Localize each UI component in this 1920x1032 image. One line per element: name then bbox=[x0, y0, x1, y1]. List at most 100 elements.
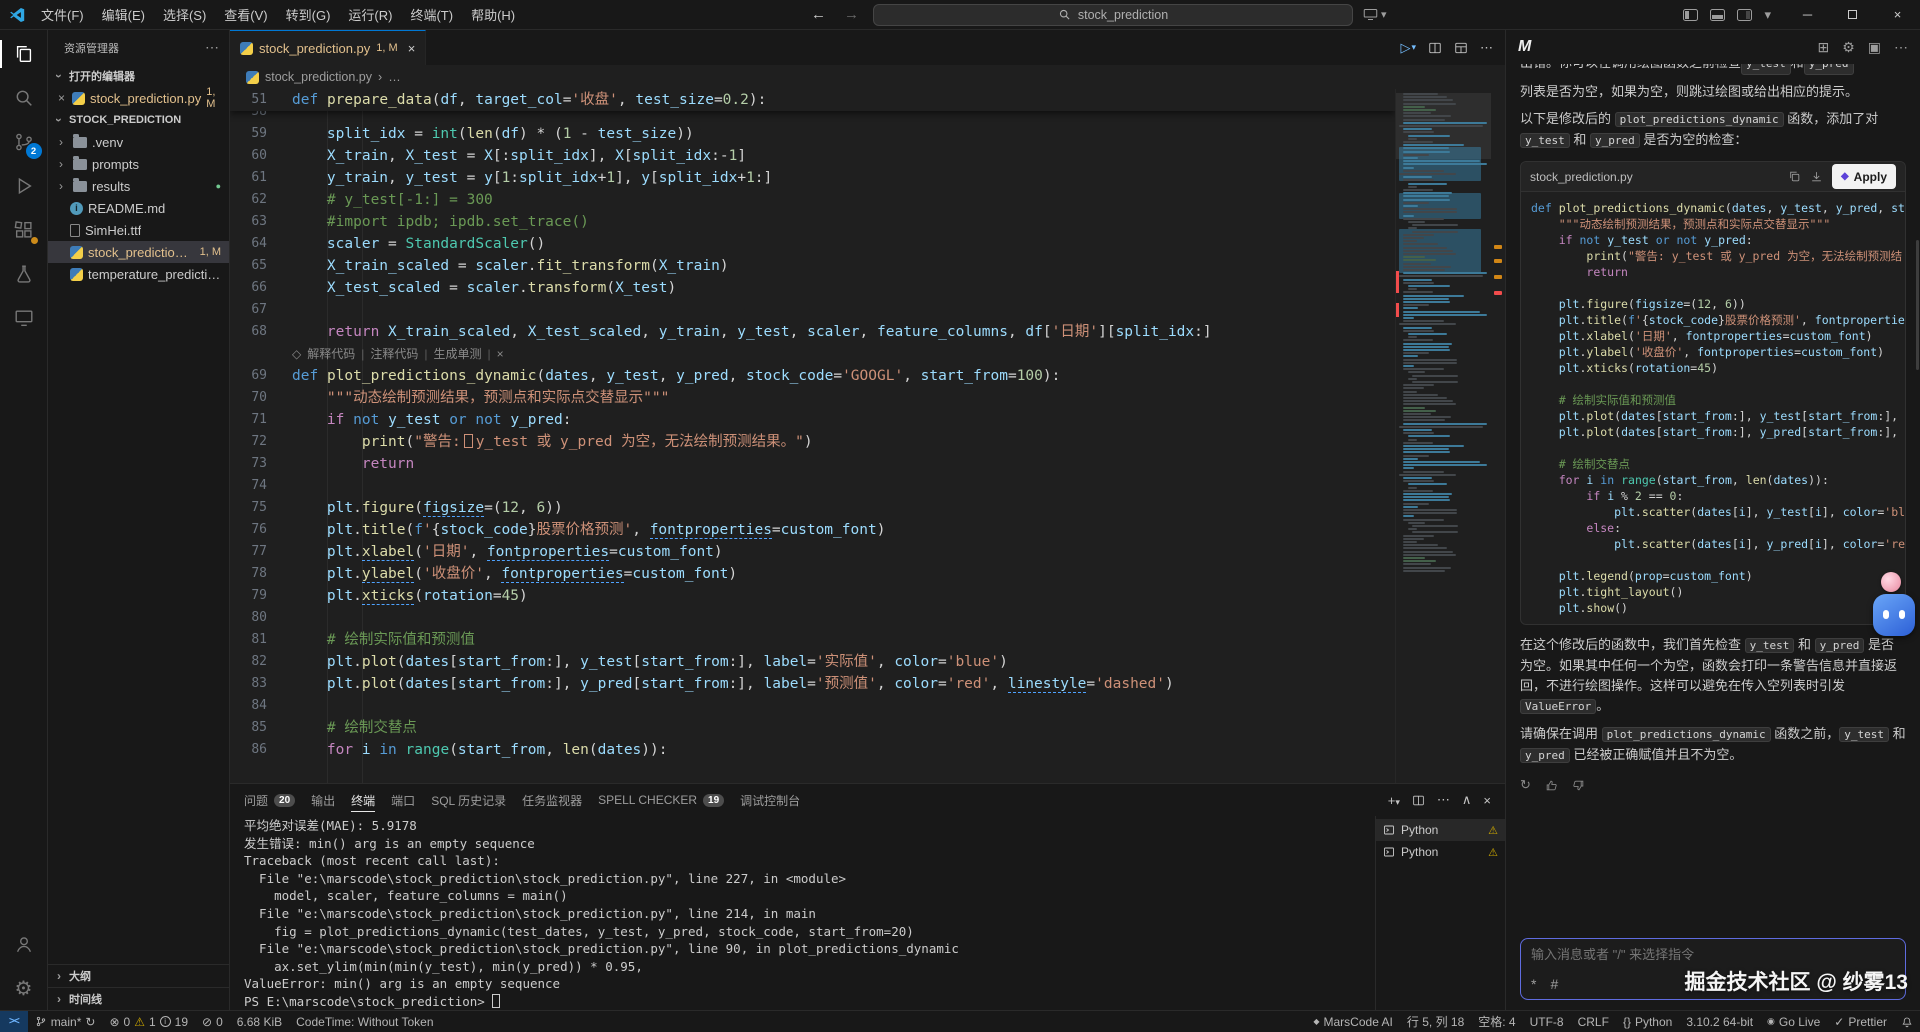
file-item[interactable]: ›results● bbox=[48, 175, 229, 197]
file-item[interactable]: SimHei.ttf bbox=[48, 219, 229, 241]
panel-tab-调试控制台[interactable]: 调试控制台 bbox=[740, 784, 800, 816]
remote-explorer-icon[interactable] bbox=[0, 296, 48, 340]
cursor-position-item[interactable]: 行 5, 列 18 bbox=[1400, 1011, 1471, 1032]
close-panel-icon[interactable]: × bbox=[1483, 793, 1491, 808]
terminal-process-item[interactable]: Python⚠ bbox=[1376, 819, 1505, 841]
customize-layout-icon[interactable]: ▾ bbox=[1764, 7, 1771, 23]
language-mode-item[interactable]: {} Python bbox=[1616, 1011, 1679, 1032]
toggle-secondary-sidebar-icon[interactable] bbox=[1737, 9, 1752, 21]
remote-indicator[interactable]: >< bbox=[0, 1011, 28, 1032]
ai-hint-action[interactable]: 解释代码 bbox=[307, 343, 355, 365]
remote-window-icon[interactable]: ▾ bbox=[1363, 8, 1387, 21]
tab-stock-prediction[interactable]: stock_prediction.py 1, M × bbox=[230, 30, 426, 65]
notifications-count-item[interactable]: ⊘0 bbox=[195, 1011, 230, 1032]
ai-message-input[interactable] bbox=[1531, 947, 1895, 962]
new-terminal-icon[interactable]: +▾ bbox=[1388, 793, 1400, 808]
go-live-item[interactable]: ◉ Go Live bbox=[1760, 1011, 1827, 1032]
notifications-bell-item[interactable] bbox=[1894, 1011, 1920, 1032]
ai-hint-action[interactable]: 注释代码 bbox=[370, 343, 418, 365]
problems-item[interactable]: ⊗0 ⚠1 19 bbox=[102, 1011, 195, 1032]
avatar[interactable] bbox=[1881, 572, 1901, 592]
editor-layout-icon[interactable] bbox=[1454, 41, 1468, 55]
menu-item-S[interactable]: 选择(S) bbox=[154, 2, 215, 27]
forward-button[interactable]: → bbox=[840, 6, 863, 23]
chat-history-icon[interactable]: ▣ bbox=[1868, 39, 1881, 56]
file-item[interactable]: ›prompts bbox=[48, 153, 229, 175]
run-python-file-button[interactable]: ▷▾ bbox=[1400, 40, 1416, 56]
marscode-status-item[interactable]: ◆ MarsCode AI bbox=[1306, 1011, 1400, 1032]
ai-input-box[interactable]: * # bbox=[1520, 938, 1906, 1000]
robot-assistant-icon[interactable] bbox=[1873, 594, 1915, 636]
insert-code-icon[interactable] bbox=[1810, 170, 1823, 183]
close-icon[interactable]: × bbox=[56, 91, 67, 105]
run-debug-icon[interactable] bbox=[0, 164, 48, 208]
breadcrumb-more[interactable]: … bbox=[388, 70, 401, 84]
menu-item-V[interactable]: 查看(V) bbox=[215, 2, 276, 27]
menu-item-F[interactable]: 文件(F) bbox=[32, 2, 93, 27]
testing-icon[interactable] bbox=[0, 252, 48, 296]
panel-tab-输出[interactable]: 输出 bbox=[311, 784, 335, 816]
sidebar-more-actions-icon[interactable]: ⋯ bbox=[205, 39, 219, 56]
breadcrumb-file[interactable]: stock_prediction.py bbox=[265, 70, 372, 84]
toggle-sidebar-icon[interactable] bbox=[1683, 9, 1698, 21]
command-center-search[interactable]: stock_prediction bbox=[873, 4, 1353, 26]
more-actions-icon[interactable]: ⋯ bbox=[1480, 40, 1493, 56]
panel-tab-终端[interactable]: 终端 bbox=[351, 784, 375, 816]
ai-code-block[interactable]: def plot_predictions_dynamic(dates, y_te… bbox=[1521, 192, 1905, 624]
file-item[interactable]: temperature_prediction.py bbox=[48, 263, 229, 285]
prettier-item[interactable]: ✓ Prettier bbox=[1827, 1011, 1894, 1032]
code-scroll[interactable]: 51 def prepare_data(df, target_col='收盘',… bbox=[230, 89, 1395, 783]
toggle-panel-icon[interactable] bbox=[1710, 9, 1725, 21]
ai-mascot[interactable] bbox=[1873, 572, 1915, 636]
new-chat-icon[interactable]: ⊞ bbox=[1817, 39, 1829, 56]
file-item[interactable]: README.md bbox=[48, 197, 229, 219]
file-item[interactable]: ›.venv bbox=[48, 131, 229, 153]
split-terminal-icon[interactable] bbox=[1412, 794, 1425, 807]
extensions-icon[interactable] bbox=[0, 208, 48, 252]
thumbs-up-icon[interactable] bbox=[1545, 779, 1558, 792]
git-branch-item[interactable]: main* ↻ bbox=[28, 1011, 103, 1032]
panel-tab-SPELL CHECKER[interactable]: SPELL CHECKER19 bbox=[598, 784, 724, 816]
panel-tab-SQL 历史记录[interactable]: SQL 历史记录 bbox=[431, 784, 506, 816]
menu-item-G[interactable]: 转到(G) bbox=[277, 2, 340, 27]
explorer-icon[interactable] bbox=[0, 32, 48, 76]
project-section-header[interactable]: › STOCK_PREDICTION bbox=[48, 109, 229, 131]
open-editors-section-header[interactable]: › 打开的编辑器 bbox=[48, 65, 229, 87]
file-item[interactable]: stock_prediction.py1, M bbox=[48, 241, 229, 263]
minimap[interactable] bbox=[1395, 89, 1491, 783]
source-control-icon[interactable]: 2 bbox=[0, 120, 48, 164]
tab-close-icon[interactable]: × bbox=[408, 41, 416, 56]
apply-button[interactable]: ◆ Apply bbox=[1832, 164, 1896, 189]
thumbs-down-icon[interactable] bbox=[1572, 779, 1585, 792]
settings-gear-icon[interactable]: ⚙ bbox=[0, 966, 48, 1010]
panel-tab-端口[interactable]: 端口 bbox=[391, 784, 415, 816]
menu-item-R[interactable]: 运行(R) bbox=[339, 2, 401, 27]
encoding-item[interactable]: UTF-8 bbox=[1523, 1011, 1571, 1032]
python-interpreter-item[interactable]: 3.10.2 64-bit bbox=[1679, 1011, 1760, 1032]
timeline-section-header[interactable]: › 时间线 bbox=[48, 987, 229, 1010]
copy-code-icon[interactable] bbox=[1788, 170, 1801, 183]
ai-hint-close-icon[interactable]: × bbox=[497, 343, 504, 365]
close-window-button[interactable]: × bbox=[1875, 0, 1920, 29]
search-sidebar-icon[interactable] bbox=[0, 76, 48, 120]
sync-icon[interactable]: ↻ bbox=[85, 1015, 95, 1029]
back-button[interactable]: ← bbox=[807, 6, 830, 23]
minimize-button[interactable]: ─ bbox=[1785, 0, 1830, 29]
split-editor-icon[interactable] bbox=[1428, 41, 1442, 55]
regenerate-icon[interactable]: ↻ bbox=[1520, 775, 1531, 795]
panel-more-icon[interactable]: ⋯ bbox=[1437, 792, 1450, 808]
menu-item-H[interactable]: 帮助(H) bbox=[462, 2, 524, 27]
maximize-panel-icon[interactable]: ∧ bbox=[1462, 792, 1472, 808]
ai-more-icon[interactable]: ⋯ bbox=[1894, 39, 1908, 56]
menu-item-E[interactable]: 编辑(E) bbox=[93, 2, 154, 27]
outline-section-header[interactable]: › 大纲 bbox=[48, 964, 229, 987]
terminal-process-item[interactable]: Python⚠ bbox=[1376, 841, 1505, 863]
indentation-item[interactable]: 空格: 4 bbox=[1471, 1011, 1522, 1032]
eol-item[interactable]: CRLF bbox=[1571, 1011, 1616, 1032]
inline-ai-actions[interactable]: ◇解释代码|注释代码|生成单测|× bbox=[230, 343, 1395, 365]
panel-tab-任务监视器[interactable]: 任务监视器 bbox=[522, 784, 582, 816]
open-editor-item[interactable]: × stock_prediction.py 1, M bbox=[48, 87, 229, 109]
context-hash-icon[interactable]: # bbox=[1550, 976, 1558, 992]
account-icon[interactable] bbox=[0, 922, 48, 966]
menu-item-T[interactable]: 终端(T) bbox=[401, 2, 462, 27]
